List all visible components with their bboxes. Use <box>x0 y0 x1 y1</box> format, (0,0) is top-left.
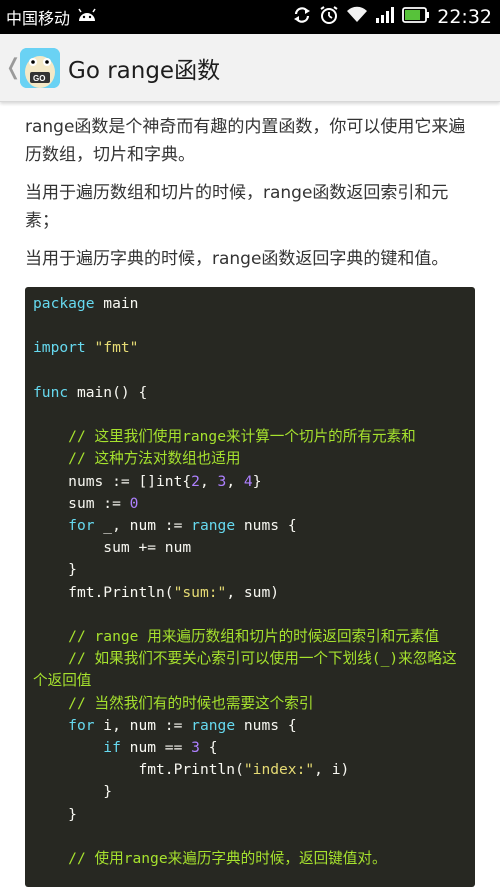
code-token: range <box>191 517 236 535</box>
code-token: } <box>252 472 262 490</box>
code-token: sum += num <box>33 539 192 557</box>
code-line: sum := 0 <box>33 493 467 515</box>
code-token: if <box>103 739 121 757</box>
code-block: package main import "fmt" func main() { … <box>25 287 475 887</box>
code-token: 4 <box>243 472 253 490</box>
code-token: // 使用range来遍历字典的时候，返回键值对。 <box>68 850 387 868</box>
code-token: // 这种方法对数组也适用 <box>68 450 241 468</box>
code-token: for <box>68 716 95 734</box>
back-chevron-icon[interactable]: ❬ <box>4 55 22 80</box>
code-token: } <box>33 783 113 801</box>
code-line: } <box>33 781 467 803</box>
code-line: // range 用来遍历数组和切片的时候返回索引和元素值 <box>33 626 467 648</box>
code-token: _, num := <box>94 517 192 535</box>
alarm-icon <box>319 5 339 29</box>
code-line: fmt.Println("index:", i) <box>33 759 467 781</box>
code-line: // 这种方法对数组也适用 <box>33 448 467 470</box>
code-line: fmt.Println("sum:", sum) <box>33 582 467 604</box>
code-token: 3 <box>191 739 200 757</box>
code-token: range <box>191 716 236 734</box>
code-token: fmt.Println( <box>33 761 244 779</box>
array-paragraph: 当用于遍历数组和切片的时候，range函数返回索引和元素； <box>25 183 449 231</box>
carrier-label: 中国移动 <box>6 9 71 28</box>
intro-paragraph: range函数是个神奇而有趣的内置函数，你可以使用它来遍历数组，切片和字典。 <box>25 117 466 165</box>
code-token: "index:" <box>243 761 315 779</box>
code-token: // 当然我们有的时候也需要这个索引 <box>68 694 314 712</box>
code-token: // 如果我们不要关心索引可以使用一个下划线(_)来忽略这个返回值 <box>33 650 457 690</box>
code-token: "fmt" <box>94 339 139 357</box>
action-bar: ❬ GO Go range函数 <box>0 34 500 102</box>
code-token: , <box>226 472 244 490</box>
code-token: import <box>33 339 86 357</box>
code-token: , <box>199 472 218 490</box>
code-line: sum += num <box>33 537 467 559</box>
battery-icon <box>402 7 430 27</box>
code-token: { <box>199 739 218 757</box>
status-bar: 中国移动 22:32 <box>0 0 500 34</box>
signal-icon <box>375 6 395 28</box>
code-token: 2 <box>191 472 200 490</box>
page-title: Go range函数 <box>68 57 221 84</box>
code-line: } <box>33 804 467 826</box>
code-token: main() { <box>68 383 148 401</box>
code-line: if num == 3 { <box>33 737 467 759</box>
code-token: , i) <box>314 761 350 779</box>
code-line: for _, num := range nums { <box>33 515 467 537</box>
code-line: for i, num := range nums { <box>33 715 467 737</box>
code-token: nums := []int{ <box>33 472 192 490</box>
code-line: nums := []int{2, 3, 4} <box>33 471 467 493</box>
clock: 22:32 <box>437 6 492 28</box>
code-token: func <box>33 383 69 401</box>
code-line: // 当然我们有的时候也需要这个索引 <box>33 693 467 715</box>
code-token: fmt.Println( <box>33 583 174 601</box>
sync-icon <box>292 5 312 29</box>
app-icon-label: GO <box>33 73 46 83</box>
code-token: // range 用来遍历数组和切片的时候返回索引和元素值 <box>68 628 440 646</box>
code-token: "sum:" <box>173 583 227 601</box>
code-token: , sum) <box>226 583 280 601</box>
code-token: // 这里我们使用range来计算一个切片的所有元素和 <box>68 428 416 446</box>
code-token: package <box>33 295 95 312</box>
code-token: nums { <box>235 517 297 535</box>
app-icon[interactable]: GO <box>20 47 60 88</box>
code-line: // 如果我们不要关心索引可以使用一个下划线(_)来忽略这个返回值 <box>33 648 467 692</box>
code-text: package main import "fmt" func main() { … <box>33 293 467 870</box>
code-token: 0 <box>129 494 139 512</box>
code-token: } <box>33 561 77 579</box>
code-line: // 这里我们使用range来计算一个切片的所有元素和 <box>33 426 467 448</box>
code-line: package main <box>33 293 467 315</box>
android-icon <box>76 7 98 27</box>
map-paragraph: 当用于遍历字典的时候，range函数返回字典的键和值。 <box>25 249 449 269</box>
code-token: sum := <box>33 494 130 512</box>
code-token: i, num := <box>94 716 192 734</box>
code-token: main <box>94 295 139 312</box>
code-token: num == <box>120 739 192 757</box>
article-content[interactable]: range函数是个神奇而有趣的内置函数，你可以使用它来遍历数组，切片和字典。 当… <box>25 103 475 889</box>
code-token: for <box>68 517 95 535</box>
code-line: // 使用range来遍历字典的时候，返回键值对。 <box>33 848 467 870</box>
code-line: func main() { <box>33 382 467 404</box>
wifi-icon <box>346 6 368 28</box>
code-token: nums { <box>235 716 297 734</box>
code-line: import "fmt" <box>33 337 467 359</box>
code-token: } <box>33 805 77 823</box>
code-line: } <box>33 559 467 581</box>
